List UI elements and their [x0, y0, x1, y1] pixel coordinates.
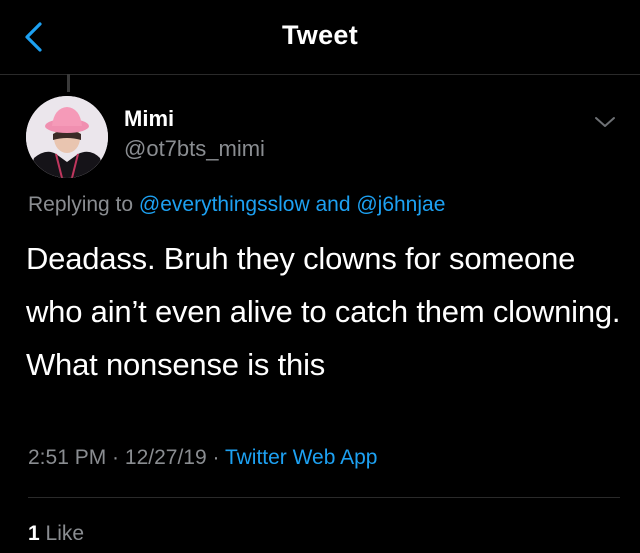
tweet-date: 12/27/19 [124, 446, 207, 469]
tweet-text: Deadass. Bruh they clowns for someone wh… [26, 241, 621, 382]
chevron-down-icon [595, 117, 615, 127]
mention-link[interactable]: @everythingsslow [139, 193, 310, 216]
replying-to-label: Replying to [28, 193, 139, 216]
replying-to-joiner: and [309, 193, 357, 216]
tweet-options-button[interactable] [592, 112, 618, 132]
top-nav-bar: Tweet [0, 0, 640, 75]
avatar[interactable] [26, 96, 108, 178]
author-handle[interactable]: @ot7bts_mimi [124, 136, 265, 162]
mention-link[interactable]: @j6hnjae [356, 193, 445, 216]
like-count: 1 [28, 522, 40, 545]
replying-to: Replying to @everythingsslow and @j6hnja… [28, 193, 445, 217]
likes-count-link[interactable]: 1 Like [28, 522, 84, 546]
thread-connector-line [67, 74, 70, 92]
tweet-time: 2:51 PM [28, 446, 107, 469]
divider [28, 497, 620, 498]
like-label: Like [39, 522, 85, 545]
meta-separator: · [206, 446, 225, 469]
author-name[interactable]: Mimi [124, 106, 174, 132]
tweet-source-link[interactable]: Twitter Web App [225, 446, 378, 469]
meta-separator: · [106, 446, 125, 469]
page-title: Tweet [281, 20, 358, 50]
avatar-image [26, 96, 108, 178]
tweet-metadata: 2:51 PM · 12/27/19 · Twitter Web App [28, 446, 377, 470]
